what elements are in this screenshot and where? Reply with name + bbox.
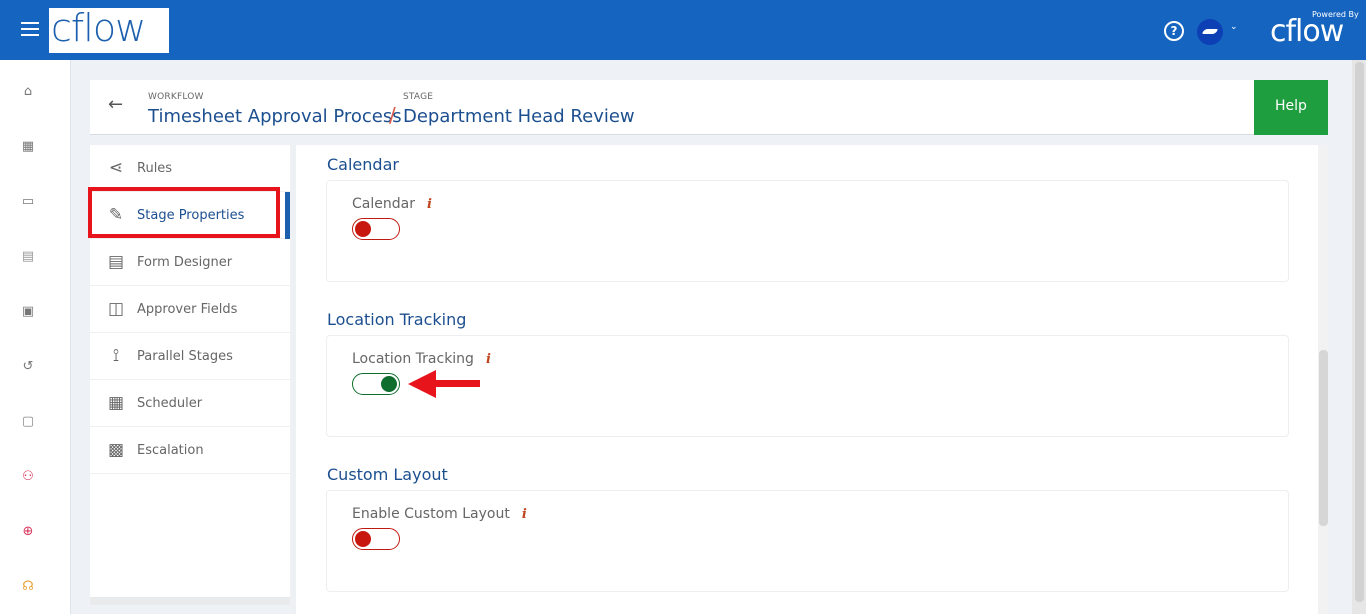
approver-fields-icon: ◫ (107, 299, 125, 319)
menu-item-label: Parallel Stages (137, 348, 233, 364)
help-button[interactable]: Help (1254, 80, 1328, 135)
info-icon[interactable]: i (522, 507, 527, 522)
left-icon-rail: ⌂ ▦ ▭ ▤ ▣ ↺ ▢ ⚇ ⊕ ☊ (0, 60, 71, 614)
stage-label: STAGE (403, 92, 434, 102)
field-label-text: Location Tracking (352, 351, 474, 367)
workflow-title-link[interactable]: Timesheet Approval Process (148, 106, 402, 127)
home-icon[interactable]: ⌂ (20, 84, 36, 100)
menu-item-label: Rules (137, 160, 173, 176)
chevron-down-icon[interactable]: ⌄ (1230, 22, 1238, 32)
form-designer-icon: ▤ (107, 252, 125, 272)
workflow-label: WORKFLOW (148, 92, 204, 102)
info-icon[interactable]: i (486, 352, 491, 367)
menu-item-label: Scheduler (137, 395, 203, 411)
section-title-location-tracking: Location Tracking (327, 310, 467, 329)
menu-item-rules[interactable]: ⋖ Rules (90, 145, 290, 192)
menu-item-label: Escalation (137, 442, 204, 458)
toggle-knob (381, 376, 397, 392)
menu-item-approver-fields[interactable]: ◫ Approver Fields (90, 286, 290, 333)
page-scrollbar-thumb[interactable] (1355, 62, 1364, 602)
edit-square-icon: ✎ (108, 205, 124, 225)
toggle-knob (355, 531, 371, 547)
top-bar: cflow ? ⌄ Powered By cflow (0, 0, 1366, 60)
headset-support-icon[interactable]: ☊ (20, 579, 36, 595)
org-chart-icon[interactable]: ⚇ (20, 469, 36, 485)
active-menu-indicator (285, 192, 290, 239)
menu-item-label: Stage Properties (137, 207, 245, 223)
section-title-calendar: Calendar (327, 155, 399, 174)
share-nodes-icon: ⋖ (108, 158, 124, 178)
apps-grid-icon[interactable]: ▦ (20, 139, 36, 155)
stage-title: Department Head Review (403, 106, 635, 127)
location-tracking-toggle[interactable] (352, 373, 400, 395)
custom-layout-field-label: Enable Custom Layout i (352, 506, 527, 522)
panel-scrollbar-thumb[interactable] (1319, 350, 1328, 526)
field-label-text: Calendar (352, 196, 415, 212)
calendar-toggle[interactable] (352, 218, 400, 240)
menu-item-label: Approver Fields (137, 301, 238, 317)
menu-item-escalation[interactable]: ▩ Escalation (90, 427, 290, 474)
history-icon[interactable]: ↺ (20, 359, 36, 375)
scheduler-calendar-icon: ▦ (107, 393, 125, 413)
logo-text: cflow (51, 6, 146, 50)
documents-icon[interactable]: ▣ (20, 304, 36, 320)
powered-by-logo: cflow (1270, 14, 1344, 49)
menu-item-form-designer[interactable]: ▤ Form Designer (90, 239, 290, 286)
menu-item-stage-properties[interactable]: ✎ Stage Properties (90, 192, 290, 239)
breadcrumb-header: ← WORKFLOW Timesheet Approval Process / … (90, 80, 1328, 135)
menu-item-label: Form Designer (137, 254, 233, 270)
user-avatar[interactable] (1197, 19, 1223, 45)
location-tracking-field-label: Location Tracking i (352, 351, 491, 367)
section-title-custom-layout: Custom Layout (327, 465, 448, 484)
hamburger-menu-icon[interactable] (21, 22, 39, 36)
calendar-icon[interactable]: ▭ (20, 194, 36, 210)
gallery-icon[interactable]: ▤ (20, 249, 36, 265)
toggle-knob (355, 221, 371, 237)
menu-item-scheduler[interactable]: ▦ Scheduler (90, 380, 290, 427)
custom-layout-toggle[interactable] (352, 528, 400, 550)
escalation-calendar-icon: ▩ (107, 440, 125, 460)
annotation-arrow-icon (408, 370, 480, 398)
info-icon[interactable]: i (427, 197, 432, 212)
breadcrumb-separator: / (389, 103, 396, 127)
cflow-logo[interactable]: cflow (49, 6, 169, 53)
reports-icon[interactable]: ▢ (20, 414, 36, 430)
menu-item-parallel-stages[interactable]: ⟟ Parallel Stages (90, 333, 290, 380)
back-arrow-icon[interactable]: ← (108, 94, 123, 115)
target-icon[interactable]: ⊕ (20, 524, 36, 540)
field-label-text: Enable Custom Layout (352, 506, 510, 522)
calendar-card: Calendar i (326, 180, 1289, 282)
parallel-stages-icon: ⟟ (112, 346, 120, 366)
help-circle-icon[interactable]: ? (1164, 21, 1184, 41)
calendar-field-label: Calendar i (352, 196, 432, 212)
custom-layout-card: Enable Custom Layout i (326, 490, 1289, 592)
stage-side-menu: ⋖ Rules ✎ Stage Properties ▤ Form Design… (90, 145, 290, 605)
